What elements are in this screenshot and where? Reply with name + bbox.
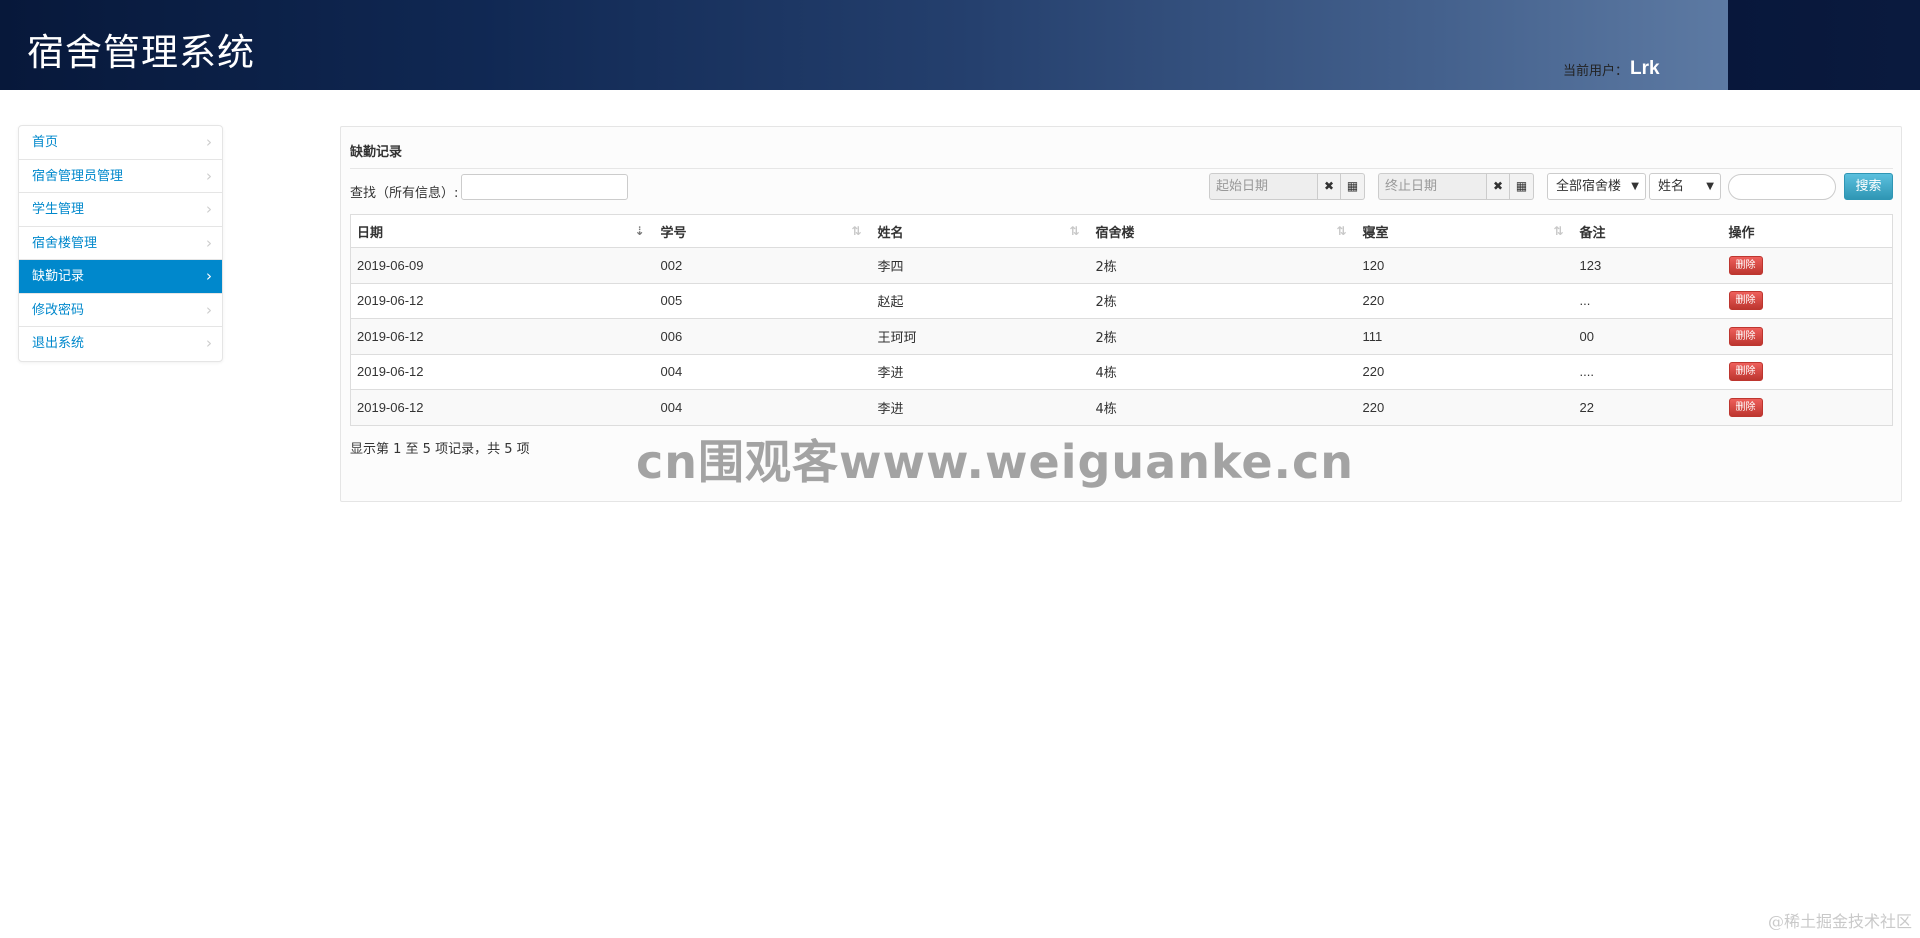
clear-icon[interactable]: ✖ xyxy=(1486,173,1510,200)
column-header-date[interactable]: 日期 ⇣ xyxy=(350,214,655,248)
sidebar-nav: 首页 › 宿舍管理员管理 › 学生管理 › 宿舍楼管理 › 缺勤记录 › 修改密… xyxy=(18,125,223,362)
watermark: cn围观客www.weiguanke.cn xyxy=(636,435,1355,489)
delete-button[interactable]: 删除 xyxy=(1728,291,1763,311)
column-header-note: 备注 xyxy=(1573,214,1723,248)
sort-icon: ⇅ xyxy=(1553,224,1564,238)
chevron-right-icon: › xyxy=(206,200,212,218)
top-header: 宿舍管理系统 当前用户： Lrk xyxy=(0,0,1920,90)
table-row: 2019-06-12 004 李进 4栋 220 .... 删除 xyxy=(350,353,1893,390)
sidebar-item-label: 退出系统 xyxy=(32,336,85,351)
column-header-building[interactable]: 宿舍楼 ⇅ xyxy=(1089,214,1357,248)
sidebar-item-absence[interactable]: 缺勤记录 › xyxy=(19,260,222,294)
start-date-input[interactable]: 起始日期 xyxy=(1209,173,1317,200)
calendar-icon[interactable]: ▦ xyxy=(1341,173,1365,200)
table-row: 2019-06-12 006 王珂珂 2栋 111 00 删除 xyxy=(350,318,1893,354)
field-select-value: 姓名 xyxy=(1658,179,1685,194)
keyword-input[interactable] xyxy=(1728,174,1836,200)
delete-button[interactable]: 删除 xyxy=(1728,397,1763,417)
column-header-student-id[interactable]: 学号 ⇅ xyxy=(654,214,872,248)
header-dark-end xyxy=(1728,0,1920,90)
delete-button[interactable]: 删除 xyxy=(1728,326,1763,346)
building-select[interactable]: 全部宿舍楼 ▼ xyxy=(1547,173,1646,200)
chevron-down-icon: ▼ xyxy=(1706,181,1714,192)
sidebar-item-label: 宿舍管理员管理 xyxy=(32,168,124,184)
chevron-down-icon: ▼ xyxy=(1631,181,1639,192)
absence-table: 日期 ⇣ 学号 ⇅ 姓名 ⇅ 宿舍楼 ⇅ 寝室 ⇅ 备注 操作 2019-06-… xyxy=(350,214,1893,426)
start-date-group: 起始日期 ✖ ▦ xyxy=(1209,173,1365,200)
column-header-room[interactable]: 寝室 ⇅ xyxy=(1356,214,1574,248)
table-info: 显示第 1 至 5 项记录，共 5 项 xyxy=(350,442,530,457)
sidebar-item-label: 首页 xyxy=(32,135,59,150)
current-user-name: Lrk xyxy=(1630,58,1660,79)
table-row: 2019-06-12 004 李进 4栋 220 22 删除 xyxy=(350,389,1893,425)
sidebar-item-label: 学生管理 xyxy=(32,202,85,217)
chevron-right-icon: › xyxy=(206,233,212,252)
sidebar-item-home[interactable]: 首页 › xyxy=(19,126,222,160)
current-user-label: 当前用户： xyxy=(1563,64,1629,79)
column-header-actions: 操作 xyxy=(1722,214,1893,248)
sort-icon: ⇅ xyxy=(851,224,862,238)
clear-icon[interactable]: ✖ xyxy=(1317,173,1341,200)
sidebar-item-password[interactable]: 修改密码 › xyxy=(19,294,222,327)
search-label: 查找（所有信息）: xyxy=(350,186,459,201)
sidebar-item-label: 修改密码 xyxy=(32,302,85,318)
end-date-input[interactable]: 终止日期 xyxy=(1378,173,1486,200)
sidebar-item-label: 宿舍楼管理 xyxy=(32,235,98,251)
global-search-input[interactable] xyxy=(461,174,628,200)
table-row: 2019-06-09 002 李四 2栋 120 123 删除 xyxy=(350,247,1893,283)
sidebar-item-dorm-admin[interactable]: 宿舍管理员管理 › xyxy=(19,160,222,193)
building-select-value: 全部宿舍楼 xyxy=(1556,179,1622,194)
table-row: 2019-06-12 005 赵起 2栋 220 ... 删除 xyxy=(350,282,1893,319)
sort-icon: ⇅ xyxy=(1336,224,1347,238)
chevron-right-icon: › xyxy=(206,133,212,151)
app-title: 宿舍管理系统 xyxy=(27,31,255,74)
sidebar-item-students[interactable]: 学生管理 › xyxy=(19,193,222,227)
panel-title: 缺勤记录 xyxy=(350,145,403,160)
sidebar-item-logout[interactable]: 退出系统 › xyxy=(19,327,222,361)
calendar-icon[interactable]: ▦ xyxy=(1510,173,1534,200)
chevron-right-icon: › xyxy=(206,166,212,185)
chevron-right-icon: › xyxy=(206,267,212,285)
column-header-name[interactable]: 姓名 ⇅ xyxy=(871,214,1090,248)
end-date-group: 终止日期 ✖ ▦ xyxy=(1378,173,1534,200)
delete-button[interactable]: 删除 xyxy=(1728,255,1763,275)
table-header-row: 日期 ⇣ 学号 ⇅ 姓名 ⇅ 宿舍楼 ⇅ 寝室 ⇅ 备注 操作 xyxy=(350,214,1893,248)
field-select[interactable]: 姓名 ▼ xyxy=(1649,173,1721,200)
sidebar-item-buildings[interactable]: 宿舍楼管理 › xyxy=(19,227,222,260)
credit-watermark: @稀土掘金技术社区 xyxy=(1767,912,1912,931)
sort-icon: ⇣ xyxy=(634,224,645,238)
search-button[interactable]: 搜索 xyxy=(1844,173,1893,200)
sort-icon: ⇅ xyxy=(1069,224,1080,238)
chevron-right-icon: › xyxy=(206,300,212,319)
divider xyxy=(350,168,1893,169)
sidebar-item-label: 缺勤记录 xyxy=(32,269,85,284)
chevron-right-icon: › xyxy=(206,334,212,352)
delete-button[interactable]: 删除 xyxy=(1728,362,1763,382)
